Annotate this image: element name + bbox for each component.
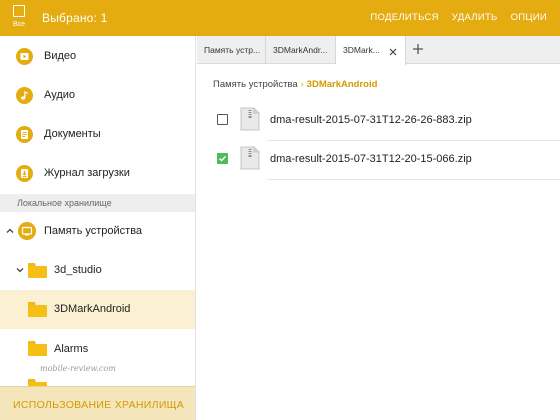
breadcrumb: Память устройства › 3DMarkAndroid: [213, 79, 377, 90]
folder-icon: [28, 302, 47, 317]
section-header-label: Локальное хранилище: [17, 198, 112, 208]
video-icon: [16, 48, 33, 65]
sidebar-item-video[interactable]: Видео: [0, 38, 195, 76]
tab-bar: Память устр... 3DMarkAndr... 3DMark...: [197, 36, 560, 65]
breadcrumb-current: 3DMarkAndroid: [306, 79, 378, 90]
row-divider: [267, 179, 560, 180]
file-name: dma-result-2015-07-31T12-20-15-066.zip: [270, 153, 472, 165]
storage-usage-label: ИСПОЛЬЗОВАНИЕ ХРАНИЛИЩА: [13, 399, 185, 411]
sidebar: Видео Аудио Документы Журнал загрузки Ло…: [0, 36, 196, 420]
select-all-label: Все: [12, 21, 26, 28]
breadcrumb-item[interactable]: Память устройства: [213, 79, 298, 90]
chevron-down-icon[interactable]: [15, 265, 25, 275]
sidebar-item-download-history[interactable]: Журнал загрузки: [0, 155, 195, 193]
share-button[interactable]: ПОДЕЛИТЬСЯ: [370, 12, 438, 23]
add-tab-icon[interactable]: [411, 42, 425, 56]
tab-label: Память устр...: [204, 45, 261, 55]
local-storage-section-header: Локальное хранилище: [0, 194, 195, 212]
tab-3dmark-active[interactable]: 3DMark...: [336, 36, 406, 65]
tree-item-alarms[interactable]: Alarms: [0, 329, 195, 368]
watermark: mobile-review.com: [40, 364, 116, 373]
tab-3dmarkandroid[interactable]: 3DMarkAndr...: [266, 36, 336, 64]
tab-label: 3DMark...: [343, 45, 380, 55]
select-all-box[interactable]: [13, 5, 25, 17]
tree-item-label: 3d_studio: [54, 264, 102, 276]
tree-item-device-storage[interactable]: Память устройства: [0, 212, 195, 251]
zip-file-icon: [240, 107, 260, 131]
folder-icon: [28, 263, 47, 278]
file-row[interactable]: dma-result-2015-07-31T12-20-15-066.zip: [197, 140, 560, 180]
tab-label: 3DMarkAndr...: [273, 45, 328, 55]
tree-item-label: Память устройства: [44, 225, 143, 237]
folder-icon: [28, 341, 47, 356]
appbar-actions: ПОДЕЛИТЬСЯ УДАЛИТЬ ОПЦИИ: [370, 12, 547, 23]
sidebar-item-label: Документы: [44, 128, 101, 140]
sidebar-item-audio[interactable]: Аудио: [0, 77, 195, 115]
file-checkbox-checked[interactable]: [217, 153, 228, 164]
selection-count-title: Выбрано: 1: [42, 11, 108, 25]
download-history-icon: [16, 165, 33, 182]
tree-item-label: Alarms: [54, 343, 89, 355]
tree-item-3d-studio[interactable]: 3d_studio: [0, 251, 195, 290]
file-checkbox[interactable]: [217, 114, 228, 125]
zip-file-icon: [240, 146, 260, 170]
file-name: dma-result-2015-07-31T12-26-26-883.zip: [270, 114, 472, 126]
select-all-checkbox[interactable]: Все: [6, 5, 32, 33]
sidebar-item-label: Видео: [44, 50, 77, 62]
document-icon: [16, 126, 33, 143]
device-storage-icon: [18, 222, 36, 240]
options-button[interactable]: ОПЦИИ: [511, 12, 547, 23]
storage-usage-button[interactable]: ИСПОЛЬЗОВАНИЕ ХРАНИЛИЩА: [0, 386, 195, 420]
chevron-right-icon: ›: [300, 79, 304, 89]
tree-item-3dmarkandroid[interactable]: 3DMarkAndroid: [0, 290, 195, 329]
sidebar-item-documents[interactable]: Документы: [0, 116, 195, 154]
file-row[interactable]: dma-result-2015-07-31T12-26-26-883.zip: [197, 101, 560, 141]
sidebar-item-label: Аудио: [44, 89, 76, 101]
tab-device-storage[interactable]: Память устр...: [197, 36, 266, 64]
close-tab-icon[interactable]: [388, 44, 398, 56]
audio-icon: [16, 87, 33, 104]
chevron-up-icon[interactable]: [5, 226, 15, 236]
delete-button[interactable]: УДАЛИТЬ: [452, 12, 498, 23]
app-bar: Все Выбрано: 1 ПОДЕЛИТЬСЯ УДАЛИТЬ ОПЦИИ: [0, 0, 560, 36]
sidebar-item-label: Журнал загрузки: [44, 167, 130, 179]
tree-item-label: 3DMarkAndroid: [54, 303, 131, 315]
